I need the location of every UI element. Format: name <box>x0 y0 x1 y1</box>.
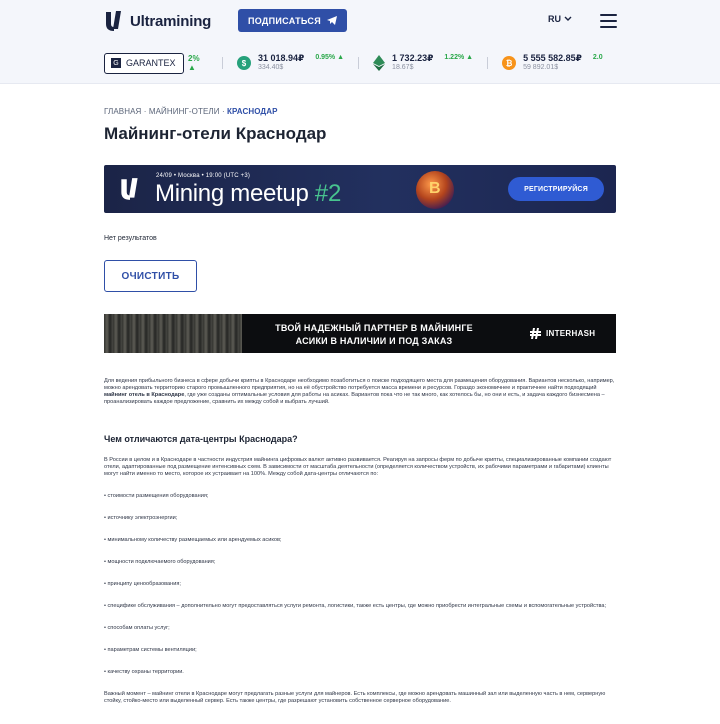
ticker-usd: 334.40$ <box>258 64 284 71</box>
menu-icon[interactable] <box>600 14 617 28</box>
garantex-badge[interactable]: G GARANTEX <box>104 52 184 74</box>
subscribe-label: ПОДПИСАТЬСЯ <box>247 15 322 26</box>
list-item: • мощности подключаемого оборудования; <box>104 559 216 565</box>
breadcrumb-separator: · <box>221 107 225 116</box>
ticker-usd: 59 892.01$ <box>523 64 559 71</box>
language-switcher[interactable]: RU <box>548 14 572 24</box>
breadcrumb: ГЛАВНАЯ · МАЙНИНГ-ОТЕЛИ · КРАСНОДАР <box>104 107 278 116</box>
meetup-meta: 24/09 • Москва • 19:00 (UTC +3) <box>156 173 251 179</box>
list-item: • качеству охраны территории. <box>104 669 184 675</box>
chevron-down-icon <box>564 16 572 21</box>
ticker-price: 5 555 582.85₽ <box>523 53 582 63</box>
garantex-label: GARANTEX <box>126 58 176 68</box>
breadcrumb-separator: · <box>143 107 147 116</box>
list-item: • специфике обслуживания – дополнительно… <box>104 603 607 609</box>
bitcoin-icon: ₿ <box>502 56 517 70</box>
ticker-change: 2.0 <box>592 54 603 61</box>
site-header: Ultramining ПОДПИСАТЬСЯ RU G GARANTEX 2%… <box>0 0 720 84</box>
list-item: • стоимости размещения оборудования; <box>104 493 209 499</box>
breadcrumb-section[interactable]: МАЙНИНГ-ОТЕЛИ <box>149 107 220 116</box>
article-paragraph: В России в целом и в Краснодаре в частно… <box>104 457 612 477</box>
ticker-item-eth: 1 732.23₽ 18.67$ 1.22% ▲ <box>373 53 473 73</box>
ultramining-logo-icon <box>106 11 121 31</box>
interhash-label: INTERHASH <box>546 329 596 338</box>
list-item: • минимальному количеству размещаемых ил… <box>104 537 282 543</box>
ticker-price: 31 018.94₽ <box>258 53 305 63</box>
site-logo[interactable]: Ultramining <box>104 9 211 33</box>
dollar-coin-icon: $ <box>237 56 251 70</box>
ad-line-2: АСИКИ В НАЛИЧИИ И ПОД ЗАКАЗ <box>295 336 453 346</box>
no-results-text: Нет результатов <box>104 235 157 242</box>
ticker-price: 1 732.23₽ <box>392 53 434 63</box>
list-item: • способам оплаты услуг; <box>104 625 170 631</box>
ethereum-icon <box>373 55 386 71</box>
clear-button[interactable]: ОЧИСТИТЬ <box>104 260 197 292</box>
breadcrumb-current: КРАСНОДАР <box>227 107 278 116</box>
ultramining-logo-icon <box>121 178 138 200</box>
article-body: Для ведения прибыльного бизнеса в сфере … <box>104 378 616 705</box>
ad-image <box>104 314 242 353</box>
ad-text: ТВОЙ НАДЕЖНЫЙ ПАРТНЕР В МАЙНИНГЕ АСИКИ В… <box>250 322 498 348</box>
list-item: • источнику электроэнергии; <box>104 515 178 521</box>
register-button[interactable]: РЕГИСТРИРУЙСЯ <box>508 177 604 201</box>
ticker-divider <box>358 57 360 69</box>
interhash-ad-banner[interactable]: ТВОЙ НАДЕЖНЫЙ ПАРТНЕР В МАЙНИНГЕ АСИКИ В… <box>104 314 616 353</box>
article-heading: Чем отличаются дата-центры Краснодара? <box>104 434 298 444</box>
meetup-title: Mining meetup #2 <box>155 180 341 207</box>
ticker-divider <box>222 57 223 69</box>
bitcoin-icon: B <box>429 180 441 197</box>
ticker-item-btc: ₿ 5 555 582.85₽ 59 892.01$ 2.0 <box>502 53 603 73</box>
article-closing: Важный момент – майнинг отели в Краснода… <box>104 691 606 704</box>
list-item: • параметрам системы вентиляции; <box>104 647 197 653</box>
brand-name: Ultramining <box>130 12 212 30</box>
language-label: RU <box>548 14 561 24</box>
subscribe-button[interactable]: ПОДПИСАТЬСЯ <box>238 9 347 32</box>
garantex-icon: G <box>111 58 121 68</box>
crypto-ticker: G GARANTEX 2% ▲ $ 31 018.94₽ 334.40$ 0.95… <box>104 48 620 78</box>
ticker-item-usdt: $ 31 018.94₽ 334.40$ 0.95% ▲ <box>237 53 344 73</box>
ad-line-1: ТВОЙ НАДЕЖНЫЙ ПАРТНЕР В МАЙНИНГЕ <box>275 323 473 333</box>
breadcrumb-home[interactable]: ГЛАВНАЯ <box>104 107 141 116</box>
list-item: • принципу ценообразования; <box>104 581 181 587</box>
ticker-change: 2% ▲ <box>188 54 200 72</box>
telegram-icon <box>327 16 338 25</box>
interhash-icon <box>530 328 541 339</box>
ticker-change: 0.95% ▲ <box>315 54 345 61</box>
ticker-change: 1.22% ▲ <box>444 54 474 61</box>
ticker-divider <box>487 57 489 69</box>
interhash-logo: INTERHASH <box>530 328 595 339</box>
article-intro: Для ведения прибыльного бизнеса в сфере … <box>104 378 615 405</box>
ticker-usd: 18.67$ <box>392 64 414 71</box>
meetup-banner[interactable]: 24/09 • Москва • 19:00 (UTC +3) Mining m… <box>104 165 616 213</box>
article-intro-link[interactable]: майнинг отель в Краснодаре <box>104 392 184 398</box>
page-title: Майнинг-отели Краснодар <box>104 124 327 143</box>
